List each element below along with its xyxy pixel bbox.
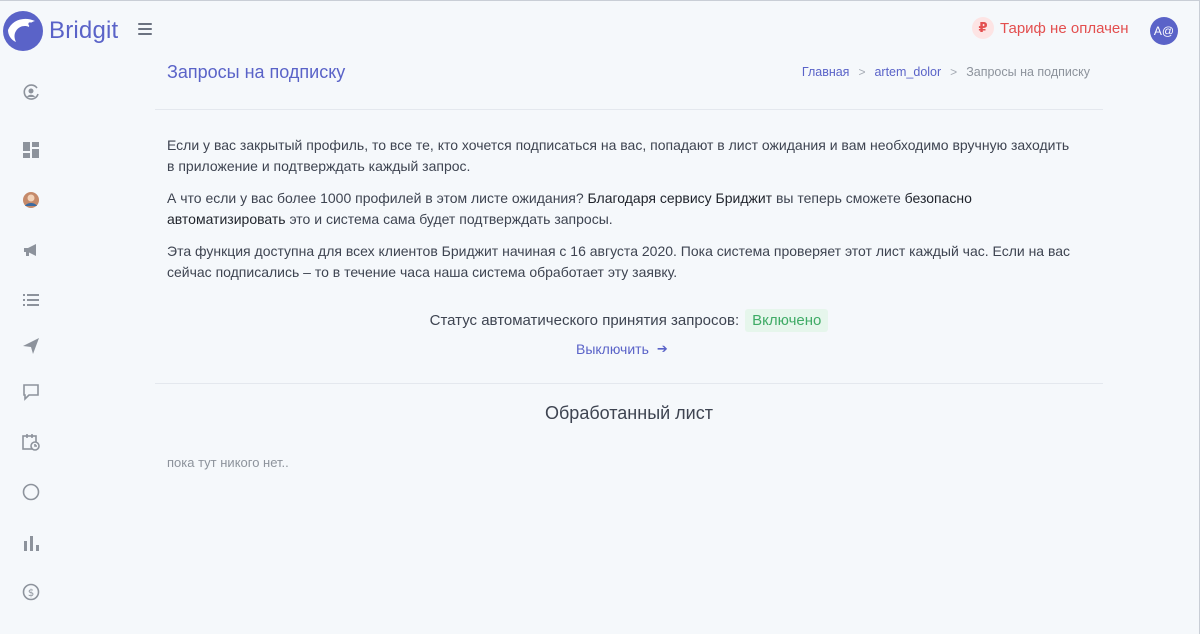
chevron-right-icon: > <box>950 65 958 79</box>
brand-logo[interactable]: Bridgit <box>2 10 118 52</box>
brand-name: Bridgit <box>49 17 119 44</box>
page-title: Запросы на подписку <box>167 62 346 82</box>
circle-icon[interactable] <box>20 481 42 503</box>
disable-label: Выключить <box>576 341 649 357</box>
list-icon[interactable] <box>20 289 42 311</box>
user-avatar[interactable]: A@ <box>1150 17 1178 45</box>
megaphone-icon[interactable] <box>20 239 42 261</box>
breadcrumb-current: Запросы на подписку <box>966 65 1090 79</box>
automation-text-3: это и система сама будет подтверждать за… <box>285 210 613 227</box>
divider <box>155 383 1103 384</box>
automation-highlight-1: Благодаря сервису Бриджит <box>587 190 773 206</box>
dollar-circle-icon[interactable]: $ <box>20 581 42 603</box>
eagle-logo-icon <box>3 11 43 51</box>
window-top-border <box>0 0 1200 1</box>
disable-button[interactable]: Выключить ➔ <box>576 341 668 357</box>
divider <box>155 109 1103 110</box>
tariff-status[interactable]: ₽ Тариф не оплачен <box>972 17 1129 39</box>
arrow-right-icon: ➔ <box>656 341 668 356</box>
status-label: Статус автоматического принятия запросов… <box>429 312 740 329</box>
availability-paragraph: Эта функция доступна для всех клиентов Б… <box>167 243 1071 280</box>
automation-paragraph: А что если у вас более 1000 профилей в э… <box>167 188 1077 229</box>
status-badge: Включено <box>745 309 829 332</box>
calendar-clock-icon[interactable] <box>20 431 42 453</box>
bar-chart-icon[interactable] <box>20 532 42 554</box>
breadcrumb-account-link[interactable]: artem_dolor <box>874 65 941 79</box>
ruble-icon: ₽ <box>972 17 994 39</box>
automation-text-2: вы теперь сможете <box>772 190 905 206</box>
breadcrumb-home-link[interactable]: Главная <box>802 65 850 79</box>
profile-sync-icon[interactable] <box>20 81 42 103</box>
empty-state-text: пока тут никого нет.. <box>167 455 289 470</box>
paper-plane-icon[interactable] <box>20 335 42 357</box>
intro-paragraph: Если у вас закрытый профиль, то все те, … <box>167 137 1070 174</box>
account-avatar-icon[interactable] <box>20 189 42 211</box>
chevron-right-icon: > <box>858 65 866 79</box>
automation-text-1: А что если у вас более 1000 профилей в э… <box>167 190 588 206</box>
menu-toggle-icon[interactable] <box>138 23 152 35</box>
processed-list-title: Обработанный лист <box>545 403 713 423</box>
chat-icon[interactable] <box>20 381 42 403</box>
tariff-text: Тариф не оплачен <box>1000 19 1129 37</box>
breadcrumb: Главная > artem_dolor > Запросы на подпи… <box>802 65 1090 79</box>
svg-text:$: $ <box>28 588 34 599</box>
auto-accept-status: Статус автоматического принятия запросов… <box>0 309 1200 332</box>
dashboard-icon[interactable] <box>20 139 42 161</box>
